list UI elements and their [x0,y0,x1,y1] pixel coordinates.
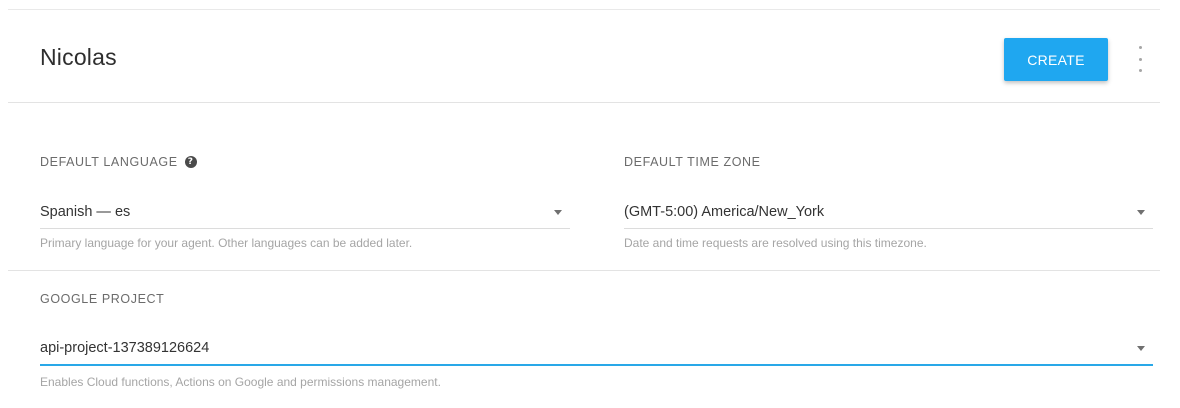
create-button[interactable]: CREATE [1004,38,1108,81]
default-language-helper: Primary language for your agent. Other l… [40,236,413,250]
default-time-zone-label: DEFAULT TIME ZONE [624,155,761,169]
menu-dot [1138,46,1142,49]
google-project-label: GOOGLE PROJECT [40,292,164,306]
default-language-label-text: DEFAULT LANGUAGE [40,155,178,169]
chevron-down-icon [1137,210,1145,215]
chevron-down-icon [554,210,562,215]
menu-dot [1138,69,1142,72]
google-project-select[interactable]: api-project-137389126624 [40,334,1153,366]
default-time-zone-helper: Date and time requests are resolved usin… [624,236,927,250]
help-circle-icon[interactable]: ? [184,156,197,168]
section-divider [8,270,1160,271]
default-time-zone-label-text: DEFAULT TIME ZONE [624,155,761,169]
agent-name-title: Nicolas [40,44,117,70]
google-project-value: api-project-137389126624 [40,340,210,356]
more-vert-icon[interactable] [1130,46,1150,72]
default-language-value: Spanish — es [40,204,131,220]
default-time-zone-select[interactable]: (GMT-5:00) America/New_York [624,198,1153,229]
google-project-helper: Enables Cloud functions, Actions on Goog… [40,375,441,389]
default-language-select[interactable]: Spanish — es [40,198,570,229]
default-time-zone-value: (GMT-5:00) America/New_York [624,204,825,220]
google-project-label-text: GOOGLE PROJECT [40,292,165,306]
header-divider [8,102,1160,103]
chevron-down-icon [1137,346,1145,351]
default-language-label: DEFAULT LANGUAGE ? [40,155,197,169]
menu-dot [1138,57,1142,61]
agent-header: Nicolas CREATE [0,10,1180,102]
